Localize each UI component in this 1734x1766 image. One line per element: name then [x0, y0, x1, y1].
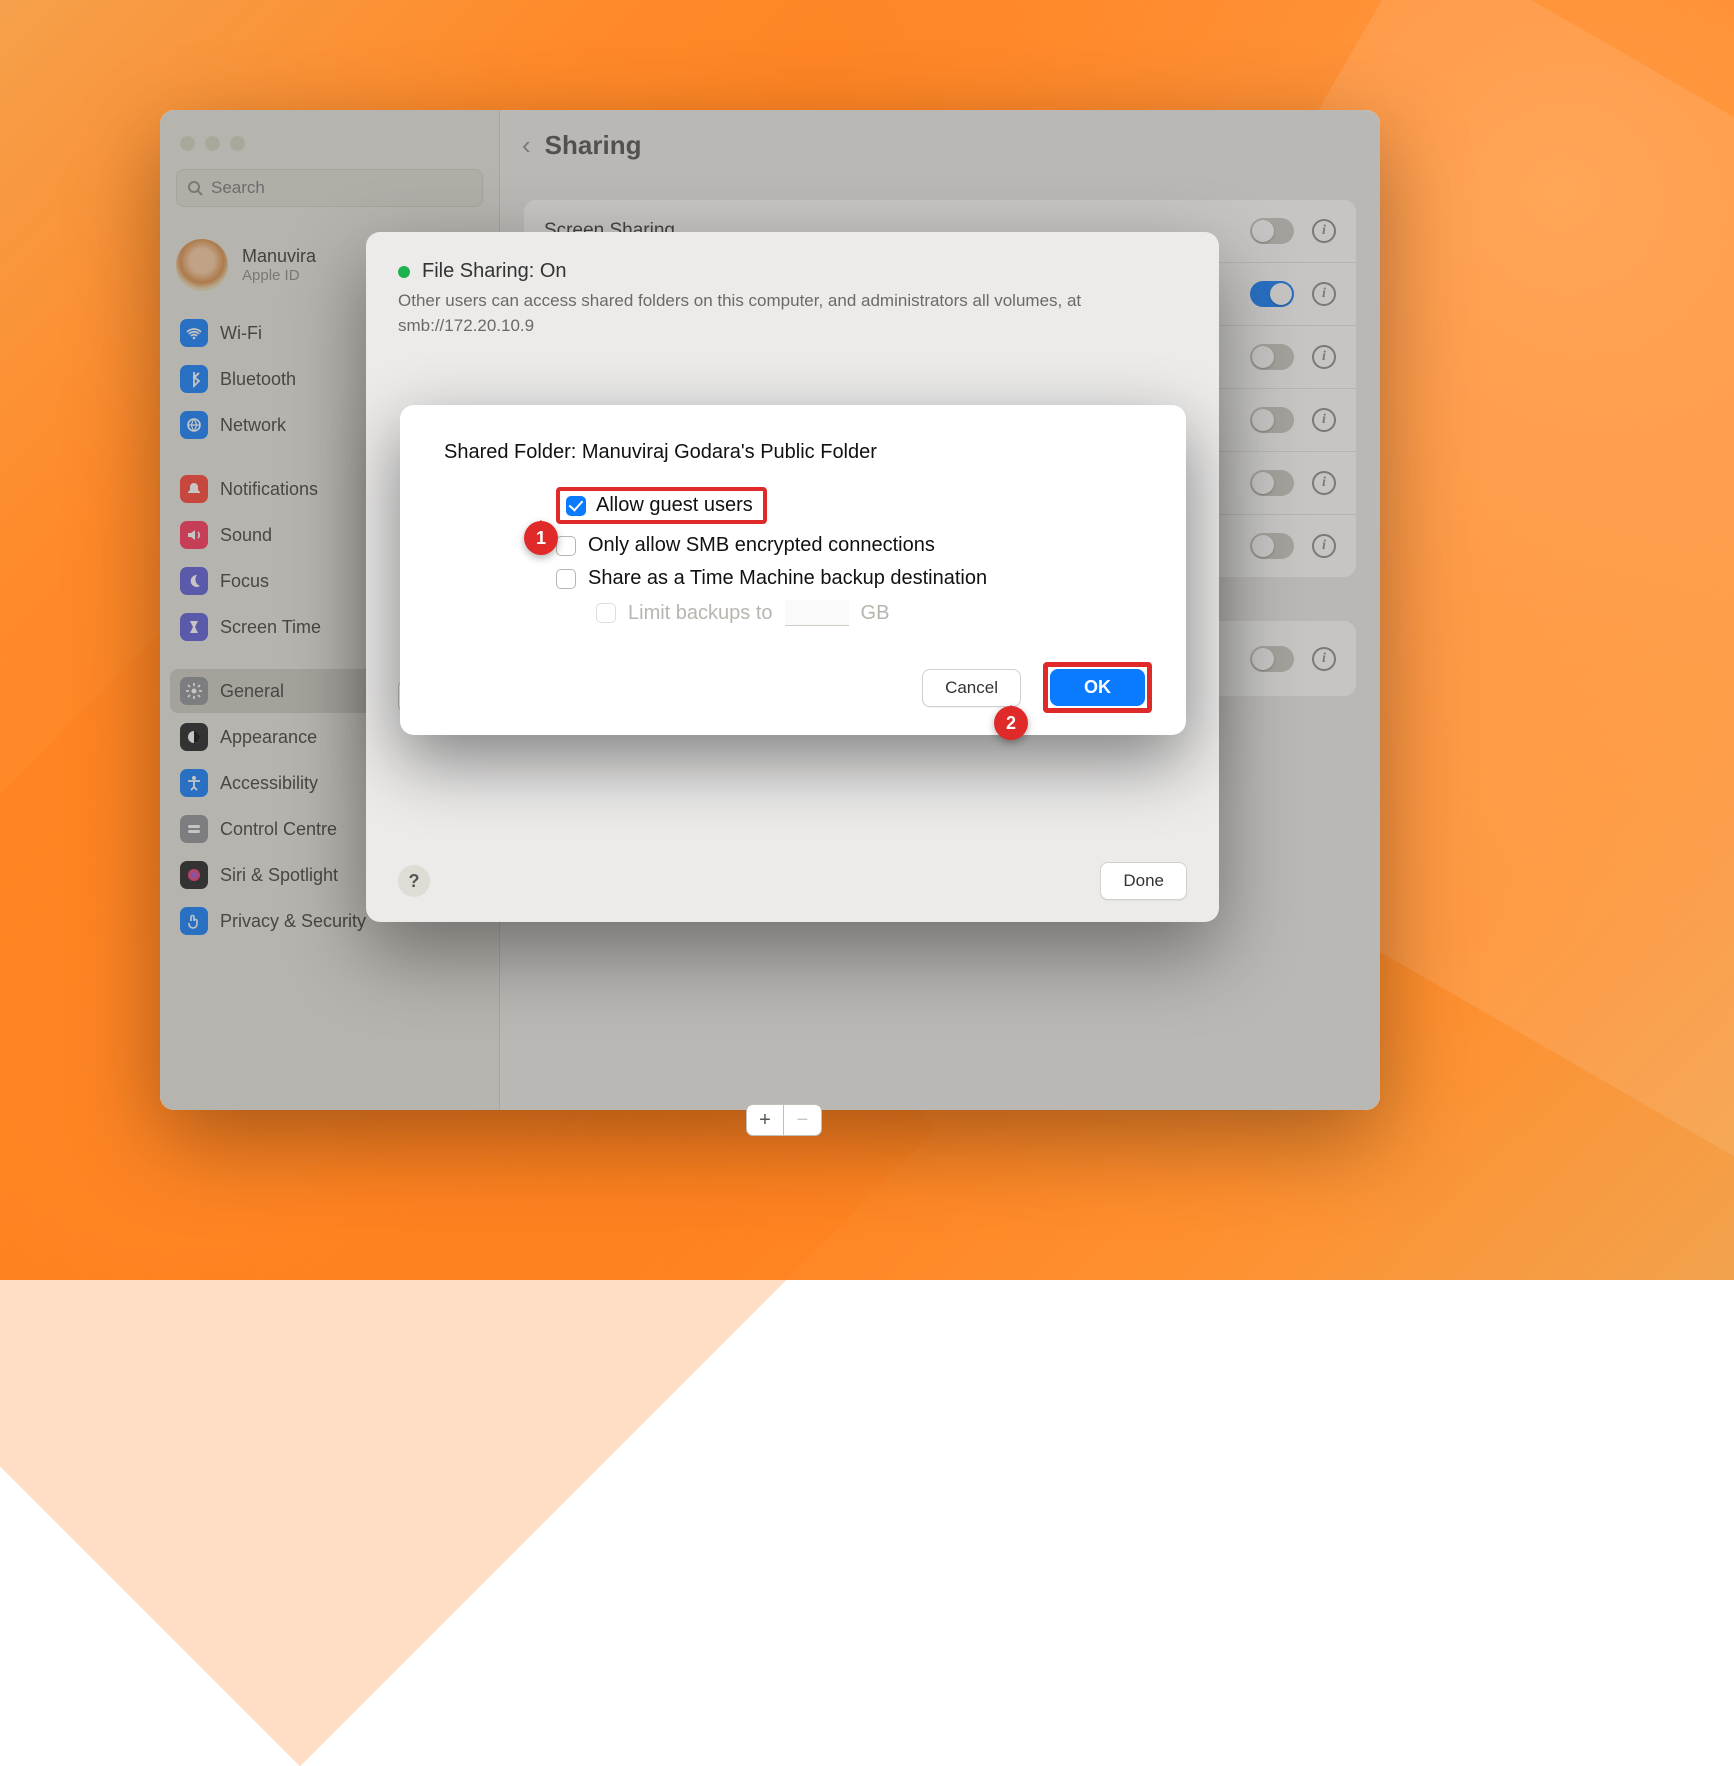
- wifi-icon: [180, 319, 208, 347]
- minimize-icon[interactable]: [205, 136, 220, 151]
- sidebar-item-label: Siri & Spotlight: [220, 865, 338, 886]
- allow-guests-label: Allow guest users: [596, 494, 753, 517]
- account-sub: Apple ID: [242, 267, 316, 284]
- annotation-marker-1: 1: [524, 521, 558, 555]
- search-field[interactable]: [211, 178, 472, 198]
- hour-icon: [180, 613, 208, 641]
- limit-checkbox: [596, 603, 616, 623]
- smb-checkbox[interactable]: [556, 536, 576, 556]
- toggle[interactable]: [1250, 344, 1294, 370]
- sidebar-item-label: Privacy & Security: [220, 911, 366, 932]
- info-icon[interactable]: i: [1312, 282, 1336, 306]
- moon-icon: [180, 567, 208, 595]
- ok-button[interactable]: OK: [1050, 669, 1145, 706]
- search-input[interactable]: [176, 169, 483, 207]
- timemachine-checkbox[interactable]: [556, 569, 576, 589]
- traffic-lights: [160, 124, 499, 169]
- siri-icon: [180, 861, 208, 889]
- remove-user-button[interactable]: −: [784, 1104, 822, 1136]
- sidebar-item-label: Wi-Fi: [220, 323, 262, 344]
- toggle[interactable]: [1250, 470, 1294, 496]
- done-button[interactable]: Done: [1100, 862, 1187, 900]
- shared-folder-sheet: Shared Folder: Manuviraj Godara's Public…: [400, 405, 1186, 735]
- cc-icon: [180, 815, 208, 843]
- appear-icon: [180, 723, 208, 751]
- sidebar-item-label: Control Centre: [220, 819, 337, 840]
- toggle[interactable]: [1250, 646, 1294, 672]
- close-icon[interactable]: [180, 136, 195, 151]
- gear-icon: [180, 677, 208, 705]
- sidebar-item-label: General: [220, 681, 284, 702]
- add-user-button[interactable]: +: [746, 1104, 784, 1136]
- sidebar-item-label: Focus: [220, 571, 269, 592]
- account-name: Manuvira: [242, 246, 316, 267]
- toggle[interactable]: [1250, 533, 1294, 559]
- sidebar-item-label: Notifications: [220, 479, 318, 500]
- highlight-1: Allow guest users: [556, 487, 767, 524]
- sidebar-item-label: Screen Time: [220, 617, 321, 638]
- toggle[interactable]: [1250, 281, 1294, 307]
- back-button[interactable]: ‹: [522, 130, 531, 161]
- timemachine-label: Share as a Time Machine backup destinati…: [588, 567, 987, 590]
- page-title: Sharing: [545, 130, 642, 161]
- gb-label: GB: [861, 602, 890, 625]
- shared-folder-title: Shared Folder: Manuviraj Godara's Public…: [444, 441, 1142, 464]
- limit-label: Limit backups to: [628, 602, 773, 625]
- search-icon: [187, 180, 203, 196]
- info-icon[interactable]: i: [1312, 408, 1336, 432]
- snd-icon: [180, 521, 208, 549]
- toggle[interactable]: [1250, 407, 1294, 433]
- annotation-marker-2: 2: [994, 706, 1028, 740]
- info-icon[interactable]: i: [1312, 647, 1336, 671]
- sidebar-item-label: Network: [220, 415, 286, 436]
- info-icon[interactable]: i: [1312, 345, 1336, 369]
- info-icon[interactable]: i: [1312, 471, 1336, 495]
- limit-input: [785, 600, 849, 626]
- bell-icon: [180, 475, 208, 503]
- toggle[interactable]: [1250, 218, 1294, 244]
- allow-guests-checkbox[interactable]: [566, 496, 586, 516]
- sidebar-item-label: Sound: [220, 525, 272, 546]
- info-icon[interactable]: i: [1312, 534, 1336, 558]
- hand-icon: [180, 907, 208, 935]
- sheet-title: File Sharing: On: [422, 260, 567, 283]
- sidebar-item-label: Appearance: [220, 727, 317, 748]
- sheet-description: Other users can access shared folders on…: [398, 289, 1187, 338]
- bt-icon: [180, 365, 208, 393]
- net-icon: [180, 411, 208, 439]
- sidebar-item-label: Bluetooth: [220, 369, 296, 390]
- smb-label: Only allow SMB encrypted connections: [588, 534, 935, 557]
- acc-icon: [180, 769, 208, 797]
- highlight-2: OK: [1043, 662, 1152, 713]
- avatar: [176, 239, 228, 291]
- sidebar-item-label: Accessibility: [220, 773, 318, 794]
- help-button[interactable]: ?: [398, 865, 430, 897]
- zoom-icon[interactable]: [230, 136, 245, 151]
- info-icon[interactable]: i: [1312, 219, 1336, 243]
- status-dot-icon: [398, 266, 410, 278]
